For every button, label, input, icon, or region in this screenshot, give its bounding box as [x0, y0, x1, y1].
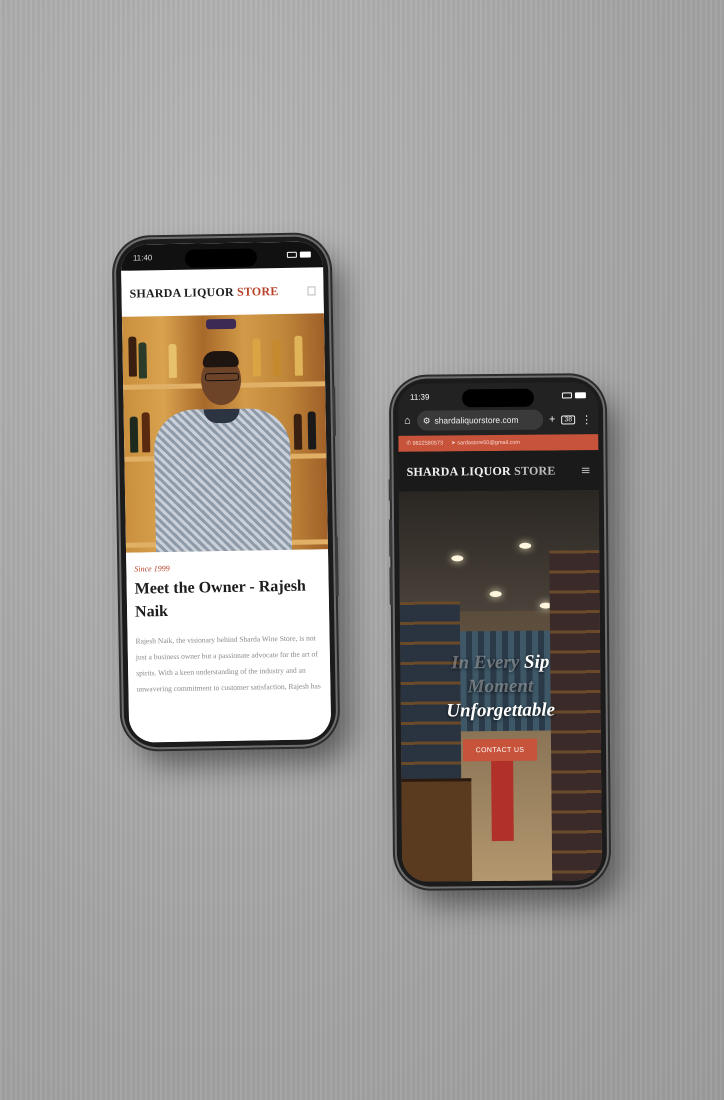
owner-hair: [202, 350, 239, 368]
site-info-icon[interactable]: ⚙: [423, 415, 431, 426]
phone-icon: ✆: [406, 440, 411, 447]
phone-mockup-left: 11:40 SHARDA LIQUOR STORE Since 1999 Mee…: [115, 236, 339, 748]
plus-icon[interactable]: +: [549, 414, 556, 426]
owner-shirt: [153, 407, 293, 553]
bottle: [138, 342, 148, 379]
volume-up-button: [389, 518, 393, 557]
phone-screen: 11:39 ⌂ ⚙ shardaliquorstore.com + 38 ⋮ ✆…: [397, 382, 603, 882]
signal-icon: [286, 251, 297, 258]
power-button: [332, 386, 337, 437]
side-button: [334, 536, 339, 597]
phone-contact[interactable]: ✆ 9822580573: [406, 440, 443, 446]
phone-number: 9822580573: [412, 440, 444, 447]
dynamic-island: [184, 248, 258, 268]
logo-accent: STORE: [514, 463, 556, 478]
bottle: [252, 338, 261, 377]
about-section: Since 1999 Meet the Owner - Rajesh Naik …: [126, 549, 332, 743]
site-header: SHARDA LIQUOR STORE ≡: [398, 450, 599, 492]
owner-photo: [121, 313, 329, 553]
status-time: 11:40: [132, 252, 153, 263]
contact-topbar: ✆ 9822580573 ➤ sardastore50@gmail.com: [398, 434, 599, 452]
hero-banner: In Every Sip Moment Unforgettable CONTAC…: [398, 490, 603, 882]
status-icons: [561, 392, 586, 399]
hero-line-1: In Every Sip: [400, 650, 600, 676]
battery-icon: [299, 251, 311, 258]
hero-line-3: Unforgettable: [446, 699, 556, 722]
since-label: Since 1999: [134, 563, 170, 574]
red-display-stand: [491, 750, 514, 842]
phone-mockup-right: 11:39 ⌂ ⚙ shardaliquorstore.com + 38 ⋮ ✆…: [388, 377, 608, 887]
shelf-sign: [205, 318, 237, 330]
bottle: [129, 416, 139, 453]
bottle: [141, 412, 151, 453]
site-logo[interactable]: SHARDA LIQUOR STORE: [129, 284, 278, 302]
hamburger-icon[interactable]: ≡: [580, 463, 590, 477]
address-bar[interactable]: ⚙ shardaliquorstore.com: [416, 409, 544, 431]
home-icon[interactable]: ⌂: [404, 415, 411, 427]
more-icon[interactable]: ⋮: [581, 413, 592, 426]
phone-screen: 11:40 SHARDA LIQUOR STORE Since 1999 Mee…: [120, 241, 332, 743]
bottle: [272, 340, 281, 377]
bottle: [293, 413, 303, 450]
volume-down-button: [389, 566, 393, 605]
site-logo[interactable]: SHARDA LIQUOR STORE: [407, 463, 556, 479]
hero-headline: In Every Sip Moment Unforgettable: [400, 650, 601, 724]
bottle: [168, 343, 178, 378]
hero-word: Sip: [523, 651, 550, 673]
owner-bio: Rajesh Naik, the visionary behind Sharda…: [135, 633, 321, 694]
logo-primary: SHARDA LIQUOR: [129, 284, 234, 301]
email-contact[interactable]: ➤ sardastore50@gmail.com: [451, 440, 520, 447]
action-button: [388, 478, 392, 501]
url-text: shardaliquorstore.com: [434, 414, 519, 426]
hero-faint-text: In Every: [451, 651, 520, 674]
menu-icon[interactable]: [307, 285, 316, 296]
logo-primary: SHARDA LIQUOR: [406, 463, 511, 479]
site-header: SHARDA LIQUOR STORE: [121, 267, 324, 317]
owner-heading: Meet the Owner - Rajesh Naik: [134, 577, 307, 621]
bottle: [307, 411, 317, 450]
bottle: [294, 335, 303, 376]
email-address: sardastore50@gmail.com: [457, 439, 521, 447]
status-icons: [286, 251, 311, 258]
mail-icon: ➤: [451, 440, 456, 447]
logo-accent: STORE: [236, 283, 279, 299]
status-time: 11:39: [409, 392, 430, 402]
tabs-icon[interactable]: 38: [561, 414, 576, 424]
bottle: [128, 336, 137, 377]
battery-icon: [574, 392, 586, 399]
contact-us-button[interactable]: CONTACT US: [462, 738, 538, 762]
signal-icon: [561, 392, 572, 399]
dynamic-island: [461, 388, 535, 408]
owner-glasses: [204, 372, 240, 382]
store-counter: [401, 778, 473, 882]
hero-line-2: Moment: [467, 675, 534, 698]
